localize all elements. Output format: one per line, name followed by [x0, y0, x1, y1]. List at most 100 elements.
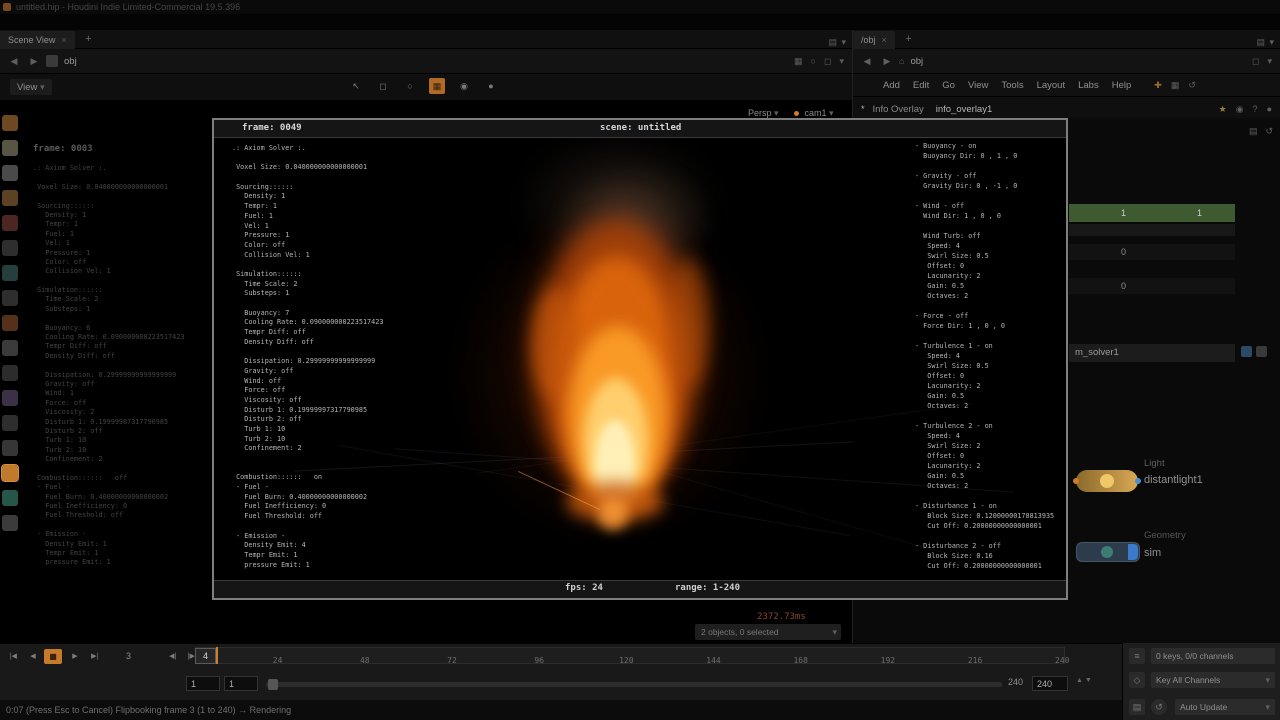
play-button[interactable]: ▶ — [66, 649, 84, 664]
parameter-row-highlighted[interactable]: 1 1 — [1069, 204, 1235, 222]
node-name-field-solver[interactable]: m_solver1 — [1069, 344, 1235, 362]
node-input-dot[interactable] — [1073, 478, 1079, 484]
playback-start-field[interactable]: 1 — [224, 676, 258, 691]
shelf-tool-icon[interactable] — [2, 290, 18, 306]
nav-forward-button[interactable]: ▶ — [26, 54, 42, 68]
path-tool-icon[interactable]: ◻ — [1252, 54, 1259, 68]
grid-icon[interactable]: ▤ — [1129, 699, 1145, 715]
step-back-button[interactable]: ◀| — [164, 649, 182, 664]
menu-item[interactable]: Edit — [913, 80, 929, 91]
path-tool-icon[interactable]: ▦ — [794, 54, 803, 68]
refresh-icon[interactable]: ↺ — [1265, 124, 1273, 138]
playhead-marker[interactable] — [216, 647, 218, 664]
chevron-down-icon[interactable]: ▾ — [1267, 54, 1272, 68]
menu-item[interactable]: Help — [1112, 80, 1132, 91]
shelf-tool-icon[interactable] — [2, 165, 18, 181]
key-icon[interactable]: ◇ — [1129, 672, 1145, 688]
current-node-name[interactable]: info_overlay1 — [936, 104, 993, 115]
close-icon[interactable]: × — [882, 33, 887, 47]
nav-back-button[interactable]: ◀ — [6, 54, 22, 68]
shelf-tool-icon[interactable] — [2, 265, 18, 281]
display-flag-icon[interactable] — [1135, 478, 1141, 484]
shelf-tool-icon[interactable] — [2, 390, 18, 406]
nav-forward-button[interactable]: ▶ — [879, 54, 895, 68]
menu-item[interactable]: Go — [942, 80, 955, 91]
parameter-value[interactable]: 0 — [1121, 281, 1126, 291]
snap-tool-icon[interactable]: ● — [483, 78, 499, 94]
shelf-tool-icon[interactable] — [2, 490, 18, 506]
node-flag-icon[interactable] — [1241, 346, 1252, 357]
nav-back-button[interactable]: ◀ — [859, 54, 875, 68]
chevron-down-icon[interactable]: ▾ — [841, 35, 846, 49]
node-distantlight[interactable] — [1073, 470, 1141, 492]
parameter-slider[interactable] — [1069, 224, 1235, 236]
pane-menu-icon[interactable]: ▤ — [829, 35, 838, 49]
shelf-tool-icon[interactable] — [1, 464, 19, 482]
home-icon[interactable]: ⌂ — [899, 54, 904, 68]
node-name-label[interactable]: sim — [1144, 547, 1161, 559]
shelf-tool-icon[interactable] — [2, 365, 18, 381]
pane-menu-icon[interactable]: ▤ — [1257, 35, 1266, 49]
shelf-tool-icon[interactable] — [2, 140, 18, 156]
parameter-value[interactable]: 1 — [1197, 204, 1202, 222]
node-geometry-sim[interactable] — [1076, 542, 1140, 562]
camera-tool-icon[interactable]: ◉ — [456, 78, 472, 94]
range-end-field[interactable]: 240 — [1032, 676, 1068, 691]
auto-update-dropdown[interactable]: ▾ Auto Update — [1175, 699, 1275, 715]
node-flag-icon[interactable] — [1256, 346, 1267, 357]
close-icon[interactable]: × — [61, 33, 66, 47]
menu-item[interactable]: Add — [883, 80, 900, 91]
network-overview-icon[interactable]: ▤ — [1249, 124, 1258, 138]
select-tool-icon[interactable]: ↖ — [348, 78, 364, 94]
parameter-value[interactable]: 0 — [1121, 247, 1126, 257]
shelf-tool-icon[interactable] — [2, 315, 18, 331]
chevron-down-icon[interactable]: ▾ — [1269, 35, 1274, 49]
node-name-label[interactable]: distantlight1 — [1144, 474, 1203, 486]
range-slider[interactable] — [266, 682, 1002, 687]
path-tool-icon[interactable]: ◻ — [824, 54, 831, 68]
new-tab-button[interactable]: + — [905, 33, 911, 45]
jump-to-end-button[interactable]: ▶| — [86, 649, 104, 664]
range-slider-handle[interactable] — [268, 679, 278, 690]
frame-spinner-arrows[interactable]: ▲▼ — [1076, 677, 1094, 684]
shelf-tool-icon[interactable] — [2, 115, 18, 131]
menu-item[interactable]: Labs — [1078, 80, 1099, 91]
flipbook-window[interactable]: frame: 0049 scene: untitled .: Axiom Sol… — [212, 118, 1068, 600]
magnifier-icon[interactable]: ◉ — [1236, 102, 1244, 116]
stop-button[interactable]: ■ — [44, 649, 62, 664]
key-all-channels-dropdown[interactable]: ▾ Key All Channels — [1151, 672, 1275, 688]
view-menu[interactable]: View ▾ — [10, 79, 52, 95]
snowflake-icon[interactable]: * — [861, 102, 865, 116]
help-icon[interactable]: ? — [1253, 102, 1258, 116]
shelf-tool-icon[interactable] — [2, 215, 18, 231]
star-icon[interactable]: ★ — [1219, 102, 1227, 116]
parameter-value[interactable]: 1 — [1121, 204, 1126, 222]
chevron-down-icon[interactable]: ▾ — [839, 54, 844, 68]
breadcrumb[interactable]: obj — [910, 56, 923, 67]
layout-grid-icon[interactable]: ▦ — [1171, 78, 1180, 92]
refresh-icon[interactable]: ↺ — [1188, 78, 1196, 92]
shelf-tool-icon[interactable] — [2, 515, 18, 531]
shelf-tool-icon[interactable] — [2, 340, 18, 356]
range-start-field[interactable]: 1 — [186, 676, 220, 691]
tab-scene-view[interactable]: Scene View × — [0, 31, 75, 49]
current-frame-field[interactable]: 4 — [195, 648, 216, 664]
parameter-row[interactable]: 0 — [1069, 278, 1235, 294]
active-tool-icon[interactable]: ▦ — [429, 78, 445, 94]
shelf-tool-icon[interactable] — [2, 190, 18, 206]
breadcrumb[interactable]: obj — [64, 56, 77, 67]
shelf-tool-icon[interactable] — [2, 440, 18, 456]
wrench-icon[interactable]: ✚ — [1154, 78, 1162, 92]
tab-obj-network[interactable]: /obj × — [853, 31, 895, 49]
path-tool-icon[interactable]: ○ — [811, 54, 816, 68]
box-select-tool-icon[interactable]: ◻ — [375, 78, 391, 94]
update-mode-icon[interactable]: ↺ — [1151, 699, 1167, 715]
channel-list-icon[interactable]: ≡ — [1129, 648, 1145, 664]
menu-item[interactable]: Layout — [1037, 80, 1066, 91]
parameter-row[interactable]: 0 — [1069, 244, 1235, 260]
menu-item[interactable]: View — [968, 80, 988, 91]
jump-to-start-button[interactable]: |◀ — [4, 649, 22, 664]
shelf-tool-icon[interactable] — [2, 240, 18, 256]
viewport-objects-chip[interactable]: ▾ 2 objects, 0 selected — [695, 624, 841, 640]
shelf-tool-icon[interactable] — [2, 415, 18, 431]
